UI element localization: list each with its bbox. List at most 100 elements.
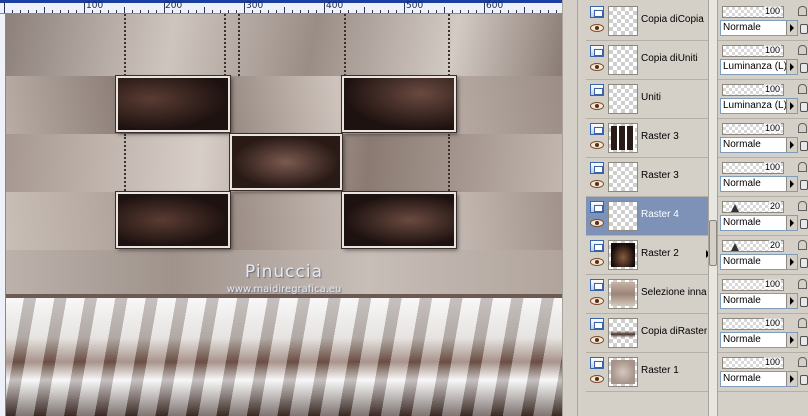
visibility-eye-icon[interactable] [590, 63, 604, 71]
lock-icon[interactable] [798, 201, 807, 211]
lock-icon[interactable] [798, 84, 807, 94]
ruler-tick [108, 10, 109, 13]
blend-mode-dropdown[interactable]: Normale [720, 137, 798, 153]
layer-group-icon[interactable] [590, 123, 604, 135]
scrollbar-thumb[interactable] [709, 220, 717, 266]
blend-mode-dropdown[interactable]: Normale [720, 293, 798, 309]
ruler-tick [204, 7, 205, 13]
paint-shop-window: 100 200 300 400 500 600 Pinuccia www.mai… [0, 0, 808, 416]
ruler-tick [20, 10, 21, 13]
link-icon[interactable] [800, 258, 808, 268]
visibility-eye-icon[interactable] [590, 336, 604, 344]
layer-group-icon[interactable] [590, 201, 604, 213]
dark-frame-tile [116, 76, 230, 132]
opacity-slider[interactable]: 100 [722, 318, 784, 330]
link-icon[interactable] [800, 180, 808, 190]
visibility-eye-icon[interactable] [590, 375, 604, 383]
dropdown-arrow-icon[interactable] [786, 177, 797, 191]
layer-row[interactable]: Copia diUniti [586, 41, 708, 80]
layer-row[interactable]: Raster 3 [586, 158, 708, 197]
layer-group-icon[interactable] [590, 279, 604, 291]
layer-group-icon[interactable] [590, 6, 604, 18]
ruler-tick [220, 10, 221, 13]
lock-icon[interactable] [798, 162, 807, 172]
lock-icon[interactable] [798, 6, 807, 16]
dropdown-arrow-icon[interactable] [786, 21, 797, 35]
visibility-eye-icon[interactable] [590, 297, 604, 305]
lock-icon[interactable] [798, 123, 807, 133]
layer-group-icon[interactable] [590, 45, 604, 57]
dropdown-arrow-icon[interactable] [786, 255, 797, 269]
dropdown-arrow-icon[interactable] [786, 372, 797, 386]
lock-icon[interactable] [798, 279, 807, 289]
link-icon[interactable] [800, 102, 808, 112]
dropdown-arrow-icon[interactable] [786, 294, 797, 308]
ruler-tick [116, 10, 117, 13]
link-icon[interactable] [800, 63, 808, 73]
layer-thumbnail [608, 279, 638, 309]
dropdown-arrow-icon[interactable] [786, 99, 797, 113]
blend-mode-dropdown[interactable]: Luminanza (L) [720, 98, 798, 114]
layer-group-icon[interactable] [590, 240, 604, 252]
blend-mode-dropdown[interactable]: Normale [720, 254, 798, 270]
dropdown-arrow-icon[interactable] [786, 60, 797, 74]
dropdown-arrow-icon[interactable] [786, 138, 797, 152]
layer-row[interactable]: Raster 1 [586, 353, 708, 392]
layer-row[interactable]: Selezione innalz [586, 275, 708, 314]
image-canvas[interactable]: Pinuccia www.maidiregrafica.eu [6, 14, 562, 416]
blend-mode-value: Luminanza (L) [723, 100, 787, 111]
link-icon[interactable] [800, 141, 808, 151]
visibility-eye-icon[interactable] [590, 258, 604, 266]
layer-group-icon[interactable] [590, 357, 604, 369]
ruler-tick [252, 10, 253, 13]
opacity-slider[interactable]: 100 [722, 357, 784, 369]
layer-row[interactable]: Raster 3 [586, 119, 708, 158]
link-icon[interactable] [800, 219, 808, 229]
visibility-eye-icon[interactable] [590, 24, 604, 32]
opacity-slider[interactable]: 100 [722, 279, 784, 291]
visibility-eye-icon[interactable] [590, 219, 604, 227]
link-icon[interactable] [800, 375, 808, 385]
lock-icon[interactable] [798, 240, 807, 250]
panel-splitter[interactable] [562, 0, 586, 416]
layer-thumbnail-fill [611, 48, 635, 72]
blend-mode-dropdown[interactable]: Normale [720, 215, 798, 231]
opacity-slider[interactable]: 20 [722, 201, 784, 213]
blend-mode-dropdown[interactable]: Normale [720, 371, 798, 387]
lock-icon[interactable] [798, 357, 807, 367]
slider-knob-icon[interactable] [731, 204, 739, 212]
layer-group-icon[interactable] [590, 318, 604, 330]
dropdown-arrow-icon[interactable] [786, 333, 797, 347]
slider-knob-icon[interactable] [731, 243, 739, 251]
opacity-slider[interactable]: 20 [722, 240, 784, 252]
blend-mode-dropdown[interactable]: Normale [720, 176, 798, 192]
link-icon[interactable] [800, 336, 808, 346]
layer-row[interactable]: Uniti [586, 80, 708, 119]
ruler-tick [380, 10, 381, 13]
layer-row[interactable]: Copia diCopia d [586, 2, 708, 41]
blend-mode-dropdown[interactable]: Normale [720, 20, 798, 36]
link-icon[interactable] [800, 24, 808, 34]
opacity-slider[interactable]: 100 [722, 123, 784, 135]
layer-row[interactable]: Raster 4 [586, 197, 708, 236]
dropdown-arrow-icon[interactable] [786, 216, 797, 230]
layers-scrollbar[interactable] [708, 0, 718, 416]
link-icon[interactable] [800, 297, 808, 307]
opacity-slider[interactable]: 100 [722, 162, 784, 174]
visibility-eye-icon[interactable] [590, 141, 604, 149]
layer-thumbnail [608, 84, 638, 114]
opacity-slider[interactable]: 100 [722, 6, 784, 18]
layer-row[interactable]: Copia diRaster 1 [586, 314, 708, 353]
layer-row[interactable]: Raster 2 [586, 236, 710, 275]
visibility-eye-icon[interactable] [590, 180, 604, 188]
opacity-slider[interactable]: 100 [722, 45, 784, 57]
visibility-eye-icon[interactable] [590, 102, 604, 110]
opacity-value: 100 [763, 123, 781, 133]
lock-icon[interactable] [798, 45, 807, 55]
opacity-slider[interactable]: 100 [722, 84, 784, 96]
layer-group-icon[interactable] [590, 162, 604, 174]
lock-icon[interactable] [798, 318, 807, 328]
blend-mode-dropdown[interactable]: Luminanza (L) [720, 59, 798, 75]
blend-mode-dropdown[interactable]: Normale [720, 332, 798, 348]
layer-group-icon[interactable] [590, 84, 604, 96]
